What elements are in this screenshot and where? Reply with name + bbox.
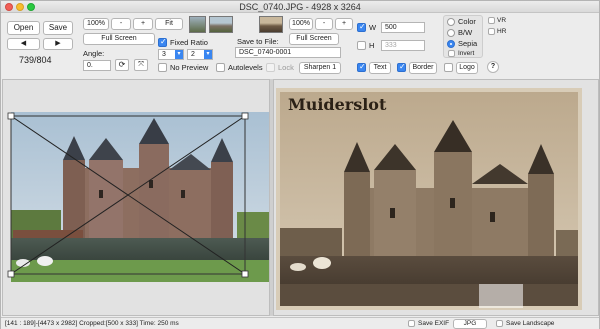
crop-handle-bottom-right (241, 270, 249, 278)
no-preview-checkbox[interactable] (158, 63, 167, 72)
ratio-height-select[interactable]: 2 ▾ (187, 49, 213, 60)
crop-handle-bottom-left (7, 270, 15, 278)
height-checkbox[interactable] (357, 41, 366, 50)
source-image-panel[interactable] (2, 79, 270, 316)
logo-checkbox[interactable] (444, 63, 453, 72)
vr-label: VR (497, 17, 507, 24)
ratio-width-select[interactable]: 3 ▾ (158, 49, 184, 60)
source-fullscreen-button[interactable]: Full Screen (83, 33, 155, 45)
source-zoom-100-button[interactable]: 100% (83, 18, 109, 30)
color-mode-bw-label: B/W (458, 28, 473, 37)
color-mode-color-label: Color (458, 17, 476, 26)
fit-crop-button[interactable]: ⤧ (134, 59, 148, 71)
title-bar: DSC_0740.JPG - 4928 x 3264 (1, 1, 599, 13)
save-landscape-label: Save Landscape (506, 320, 555, 327)
sharpen-button[interactable]: Sharpen 1 (299, 62, 341, 74)
source-zoom-in-button[interactable]: + (133, 18, 153, 30)
crop-handle-top-right (241, 112, 249, 120)
save-button[interactable]: Save (43, 21, 73, 35)
preset-thumbnail-3[interactable] (259, 16, 283, 33)
source-fit-button[interactable]: Fit (155, 18, 183, 30)
app-window: DSC_0740.JPG - 4928 x 3264 Open Save ◀ ▶… (0, 0, 600, 329)
open-button[interactable]: Open (7, 21, 40, 35)
source-photo[interactable] (3, 80, 270, 316)
fit-crop-icon: ⤧ (138, 61, 144, 68)
lock-label: Lock (278, 63, 294, 72)
help-icon: ? (490, 63, 496, 70)
border-checkbox[interactable] (397, 62, 406, 72)
status-bar: [141 : 189]-[4473 x 2982] Cropped:[500 x… (1, 317, 599, 329)
autolevels-checkbox[interactable] (216, 63, 225, 72)
fixed-ratio-label: Fixed Ratio (170, 38, 208, 47)
prev-arrow-icon: ◀ (20, 40, 27, 47)
save-landscape-checkbox[interactable] (496, 320, 503, 327)
output-preview-panel[interactable]: Muiderslot (273, 79, 599, 316)
invert-checkbox[interactable] (448, 50, 455, 57)
autolevels-label: Autolevels (228, 63, 263, 72)
save-exif-label: Save EXIF (418, 320, 450, 327)
save-to-file-label: Save to File: (237, 37, 279, 46)
invert-label: Invert (458, 50, 475, 57)
prev-image-button[interactable]: ◀ (7, 38, 40, 50)
output-zoom-100-button[interactable]: 100% (289, 18, 313, 30)
hr-label: HR (497, 28, 507, 35)
chevron-down-icon: ▾ (175, 50, 183, 59)
color-mode-bw-radio[interactable] (447, 29, 455, 37)
preset-thumbnail-1[interactable] (189, 16, 206, 33)
output-zoom-out-button[interactable]: - (315, 18, 333, 30)
preview-overlay-text: Muiderslot (288, 95, 387, 114)
text-button[interactable]: Text (369, 62, 391, 74)
hr-checkbox[interactable] (488, 28, 495, 35)
lock-checkbox[interactable] (266, 63, 275, 72)
image-counter: 739/804 (19, 55, 52, 65)
width-label: W (369, 23, 377, 32)
save-exif-checkbox[interactable] (408, 320, 415, 327)
next-arrow-icon: ▶ (55, 40, 61, 47)
format-button[interactable]: JPG (453, 319, 487, 329)
height-label: H (369, 41, 375, 50)
crop-handle-top-left (7, 112, 15, 120)
chevron-down-icon: ▾ (204, 50, 212, 59)
height-input[interactable]: 333 (381, 40, 425, 51)
watermark-patch (479, 284, 523, 308)
preset-thumbnail-2[interactable] (209, 16, 233, 33)
ratio-height-value: 2 (191, 51, 195, 58)
color-mode-color-radio[interactable] (447, 18, 455, 26)
color-mode-sepia-radio[interactable] (447, 40, 455, 48)
width-input[interactable]: 500 (381, 22, 425, 33)
angle-input[interactable]: 0. (83, 60, 111, 71)
text-checkbox[interactable] (357, 62, 366, 72)
output-fullscreen-button[interactable]: Full Screen (289, 33, 339, 45)
color-mode-sepia-label: Sepia (458, 39, 478, 48)
width-checkbox[interactable] (357, 22, 366, 32)
rotate-button[interactable]: ⟳ (115, 59, 129, 71)
sepia-preview-photo: Muiderslot (274, 80, 598, 315)
next-image-button[interactable]: ▶ (43, 38, 73, 50)
source-zoom-out-button[interactable]: - (111, 18, 131, 30)
fixed-ratio-checkbox[interactable] (158, 37, 167, 47)
rotate-icon: ⟳ (118, 60, 126, 69)
save-filename-input[interactable]: DSC_0740-0001 (235, 47, 341, 58)
angle-label: Angle: (83, 49, 105, 58)
window-title: DSC_0740.JPG - 4928 x 3264 (239, 2, 361, 12)
output-zoom-in-button[interactable]: + (335, 18, 353, 30)
logo-button[interactable]: Logo (456, 62, 478, 74)
border-button[interactable]: Border (409, 62, 437, 74)
help-button[interactable]: ? (487, 61, 499, 73)
vr-checkbox[interactable] (488, 17, 495, 24)
no-preview-label: No Preview (170, 63, 209, 72)
status-info: [141 : 189]-[4473 x 2982] Cropped:[500 x… (5, 320, 179, 327)
ratio-width-value: 3 (162, 51, 166, 58)
